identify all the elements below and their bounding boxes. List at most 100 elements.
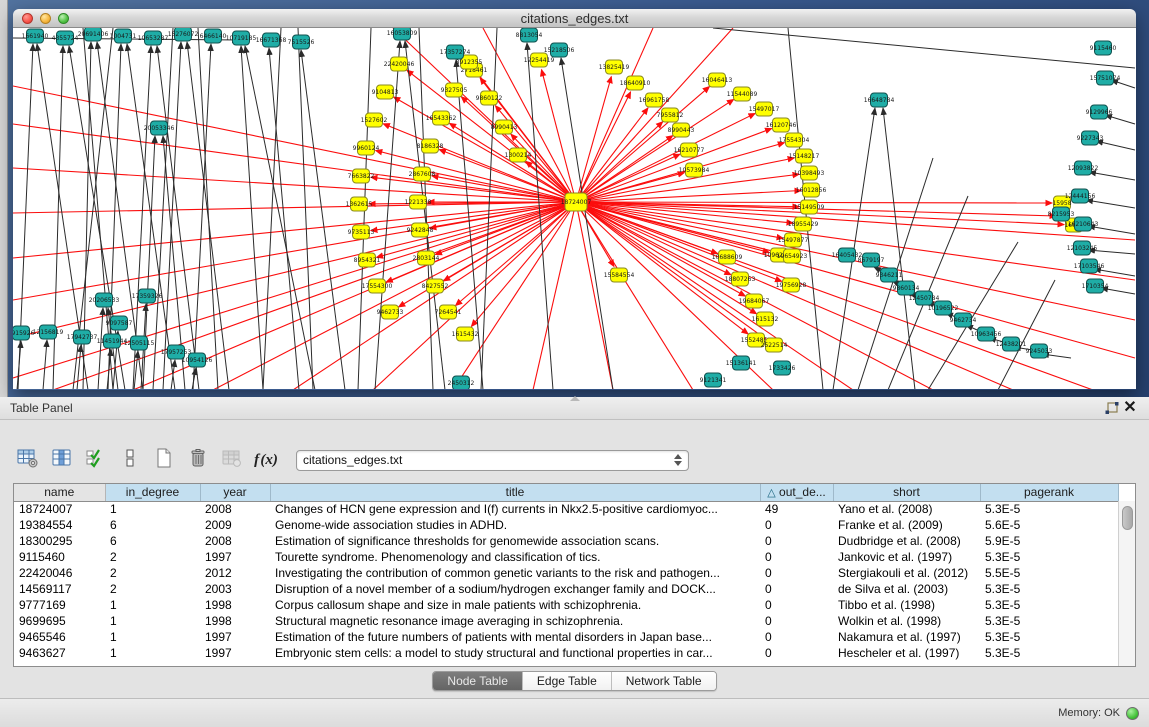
yellow-node[interactable]: 8990443 xyxy=(668,123,695,137)
table-row[interactable]: 1456911722003Disruption of a novel membe… xyxy=(14,581,1118,597)
table-row[interactable]: 946362711997Embryonic stem cells: a mode… xyxy=(14,645,1118,661)
yellow-node[interactable]: 16543362 xyxy=(426,111,457,125)
teal-node[interactable]: 10719185 xyxy=(226,31,257,45)
float-window-icon[interactable] xyxy=(1103,400,1121,416)
teal-node[interactable]: 9227343 xyxy=(1077,131,1104,145)
yellow-node[interactable]: 18724007 xyxy=(561,193,592,211)
teal-node[interactable]: 17103546 xyxy=(1074,259,1105,273)
table-cell[interactable]: Jankovic et al. (1997) xyxy=(833,549,980,565)
yellow-node[interactable]: 16120746 xyxy=(766,118,797,132)
table-cell[interactable]: de Silva et al. (2003) xyxy=(833,581,980,597)
teal-node[interactable]: 15136141 xyxy=(726,356,757,370)
yellow-node[interactable]: 17554304 xyxy=(779,133,810,147)
table-row[interactable]: 1830029562008Estimation of significance … xyxy=(14,533,1118,549)
teal-node[interactable]: 12103245 xyxy=(1067,241,1098,255)
teal-node[interactable]: 16053809 xyxy=(387,28,418,40)
table-cell[interactable]: Investigating the contribution of common… xyxy=(270,565,760,581)
teal-node[interactable]: 10653287 xyxy=(138,31,169,45)
teal-node[interactable]: 3915926 xyxy=(13,326,35,340)
table-cell[interactable]: 5.3E-5 xyxy=(980,613,1118,629)
table-cell[interactable]: 9777169 xyxy=(14,597,105,613)
yellow-node[interactable]: 16046413 xyxy=(702,73,733,87)
table-settings-button[interactable] xyxy=(14,446,42,474)
table-cell[interactable]: 5.3E-5 xyxy=(980,581,1118,597)
yellow-node[interactable]: 1615432 xyxy=(452,327,479,341)
yellow-node[interactable]: 7264541 xyxy=(435,305,462,319)
yellow-node[interactable]: 16012856 xyxy=(796,183,827,197)
table-select-dropdown[interactable]: citations_edges.txt xyxy=(296,450,689,471)
table-cell[interactable]: 0 xyxy=(760,613,833,629)
table-cell[interactable]: Dudbridge et al. (2008) xyxy=(833,533,980,549)
column-header-name[interactable]: name xyxy=(14,484,105,501)
scrollbar-thumb[interactable] xyxy=(1122,506,1133,530)
table-cell[interactable]: 1997 xyxy=(200,549,270,565)
table-cell[interactable]: 1997 xyxy=(200,629,270,645)
table-row[interactable]: 911546021997Tourette syndrome. Phenomeno… xyxy=(14,549,1118,565)
table-cell[interactable]: 9463627 xyxy=(14,645,105,661)
table-cell[interactable]: 5.6E-5 xyxy=(980,517,1118,533)
table-cell[interactable]: 22420046 xyxy=(14,565,105,581)
yellow-node[interactable]: 11544089 xyxy=(727,87,758,101)
table-cell[interactable]: Tibbo et al. (1998) xyxy=(833,597,980,613)
table-cell[interactable]: 5.3E-5 xyxy=(980,549,1118,565)
yellow-node[interactable]: 22420046 xyxy=(384,57,415,71)
table-cell[interactable]: Wolkin et al. (1998) xyxy=(833,613,980,629)
teal-node[interactable]: 9462734 xyxy=(950,313,977,327)
minimize-window-button[interactable] xyxy=(40,13,51,24)
table-cell[interactable]: 1997 xyxy=(200,645,270,661)
table-cell[interactable]: Nakamura et al. (1997) xyxy=(833,629,980,645)
table-cell[interactable]: 14569117 xyxy=(14,581,105,597)
teal-node[interactable]: 4355724 xyxy=(52,31,79,45)
table-cell[interactable]: 5.3E-5 xyxy=(980,597,1118,613)
table-cell[interactable]: 5.3E-5 xyxy=(980,645,1118,661)
table-cell[interactable]: 5.3E-5 xyxy=(980,501,1118,517)
table-cell[interactable]: Genome-wide association studies in ADHD. xyxy=(270,517,760,533)
table-header-row[interactable]: namein_degreeyeartitle△ out_de...shortpa… xyxy=(14,484,1118,501)
table-cell[interactable]: Changes of HCN gene expression and I(f) … xyxy=(270,501,760,517)
import-table-disabled-button[interactable] xyxy=(218,446,246,474)
teal-node[interactable]: 9121341 xyxy=(700,373,727,387)
table-cell[interactable]: 1 xyxy=(105,597,200,613)
table-row[interactable]: 1938455462009Genome-wide association stu… xyxy=(14,517,1118,533)
teal-node[interactable]: 1004731 xyxy=(110,29,137,43)
yellow-node[interactable]: 7955812 xyxy=(657,108,684,122)
teal-node[interactable]: 20206533 xyxy=(89,293,120,307)
close-icon[interactable]: ✕ xyxy=(1121,400,1139,416)
table-cell[interactable]: 1 xyxy=(105,613,200,629)
table-cell[interactable]: 49 xyxy=(760,501,833,517)
column-header-year[interactable]: year xyxy=(200,484,270,501)
column-header-in_degree[interactable]: in_degree xyxy=(105,484,200,501)
table-row[interactable]: 946554611997Estimation of the future num… xyxy=(14,629,1118,645)
table-cell[interactable]: 0 xyxy=(760,549,833,565)
table-cell[interactable]: 0 xyxy=(760,581,833,597)
yellow-node[interactable]: 1221338 xyxy=(405,195,432,209)
teal-node[interactable]: 9245033 xyxy=(1026,344,1053,358)
table-cell[interactable]: 0 xyxy=(760,645,833,661)
teal-node[interactable]: 16648784 xyxy=(864,93,895,107)
yellow-node[interactable]: 16961758 xyxy=(639,93,670,107)
table-cell[interactable]: 6 xyxy=(105,533,200,549)
table-cell[interactable]: Corpus callosum shape and size in male p… xyxy=(270,597,760,613)
new-table-button[interactable] xyxy=(150,446,178,474)
delete-table-button[interactable] xyxy=(184,446,212,474)
table-cell[interactable]: 2 xyxy=(105,581,200,597)
yellow-node[interactable]: 18955429 xyxy=(788,217,819,231)
table-row[interactable]: 2242004622012Investigating the contribut… xyxy=(14,565,1118,581)
table-cell[interactable]: 2008 xyxy=(200,533,270,549)
table-cell[interactable]: 2012 xyxy=(200,565,270,581)
table-row[interactable]: 969969511998Structural magnetic resonanc… xyxy=(14,613,1118,629)
zoom-window-button[interactable] xyxy=(58,13,69,24)
column-header-short[interactable]: short xyxy=(833,484,980,501)
table-cell[interactable]: 18300295 xyxy=(14,533,105,549)
yellow-node[interactable]: 9735113 xyxy=(348,225,375,239)
table-cell[interactable]: Estimation of the future numbers of pati… xyxy=(270,629,760,645)
yellow-node[interactable]: 8990413 xyxy=(491,120,518,134)
network-window-titlebar[interactable]: citations_edges.txt xyxy=(13,9,1136,28)
yellow-node[interactable]: 1527602 xyxy=(361,113,388,127)
table-cell[interactable]: 9699695 xyxy=(14,613,105,629)
column-header-out_de[interactable]: △ out_de... xyxy=(760,484,833,501)
tab-node-table[interactable]: Node Table xyxy=(433,672,523,690)
table-cell[interactable]: Estimation of significance thresholds fo… xyxy=(270,533,760,549)
table-cell[interactable]: 1 xyxy=(105,501,200,517)
table-cell[interactable]: 0 xyxy=(760,533,833,549)
